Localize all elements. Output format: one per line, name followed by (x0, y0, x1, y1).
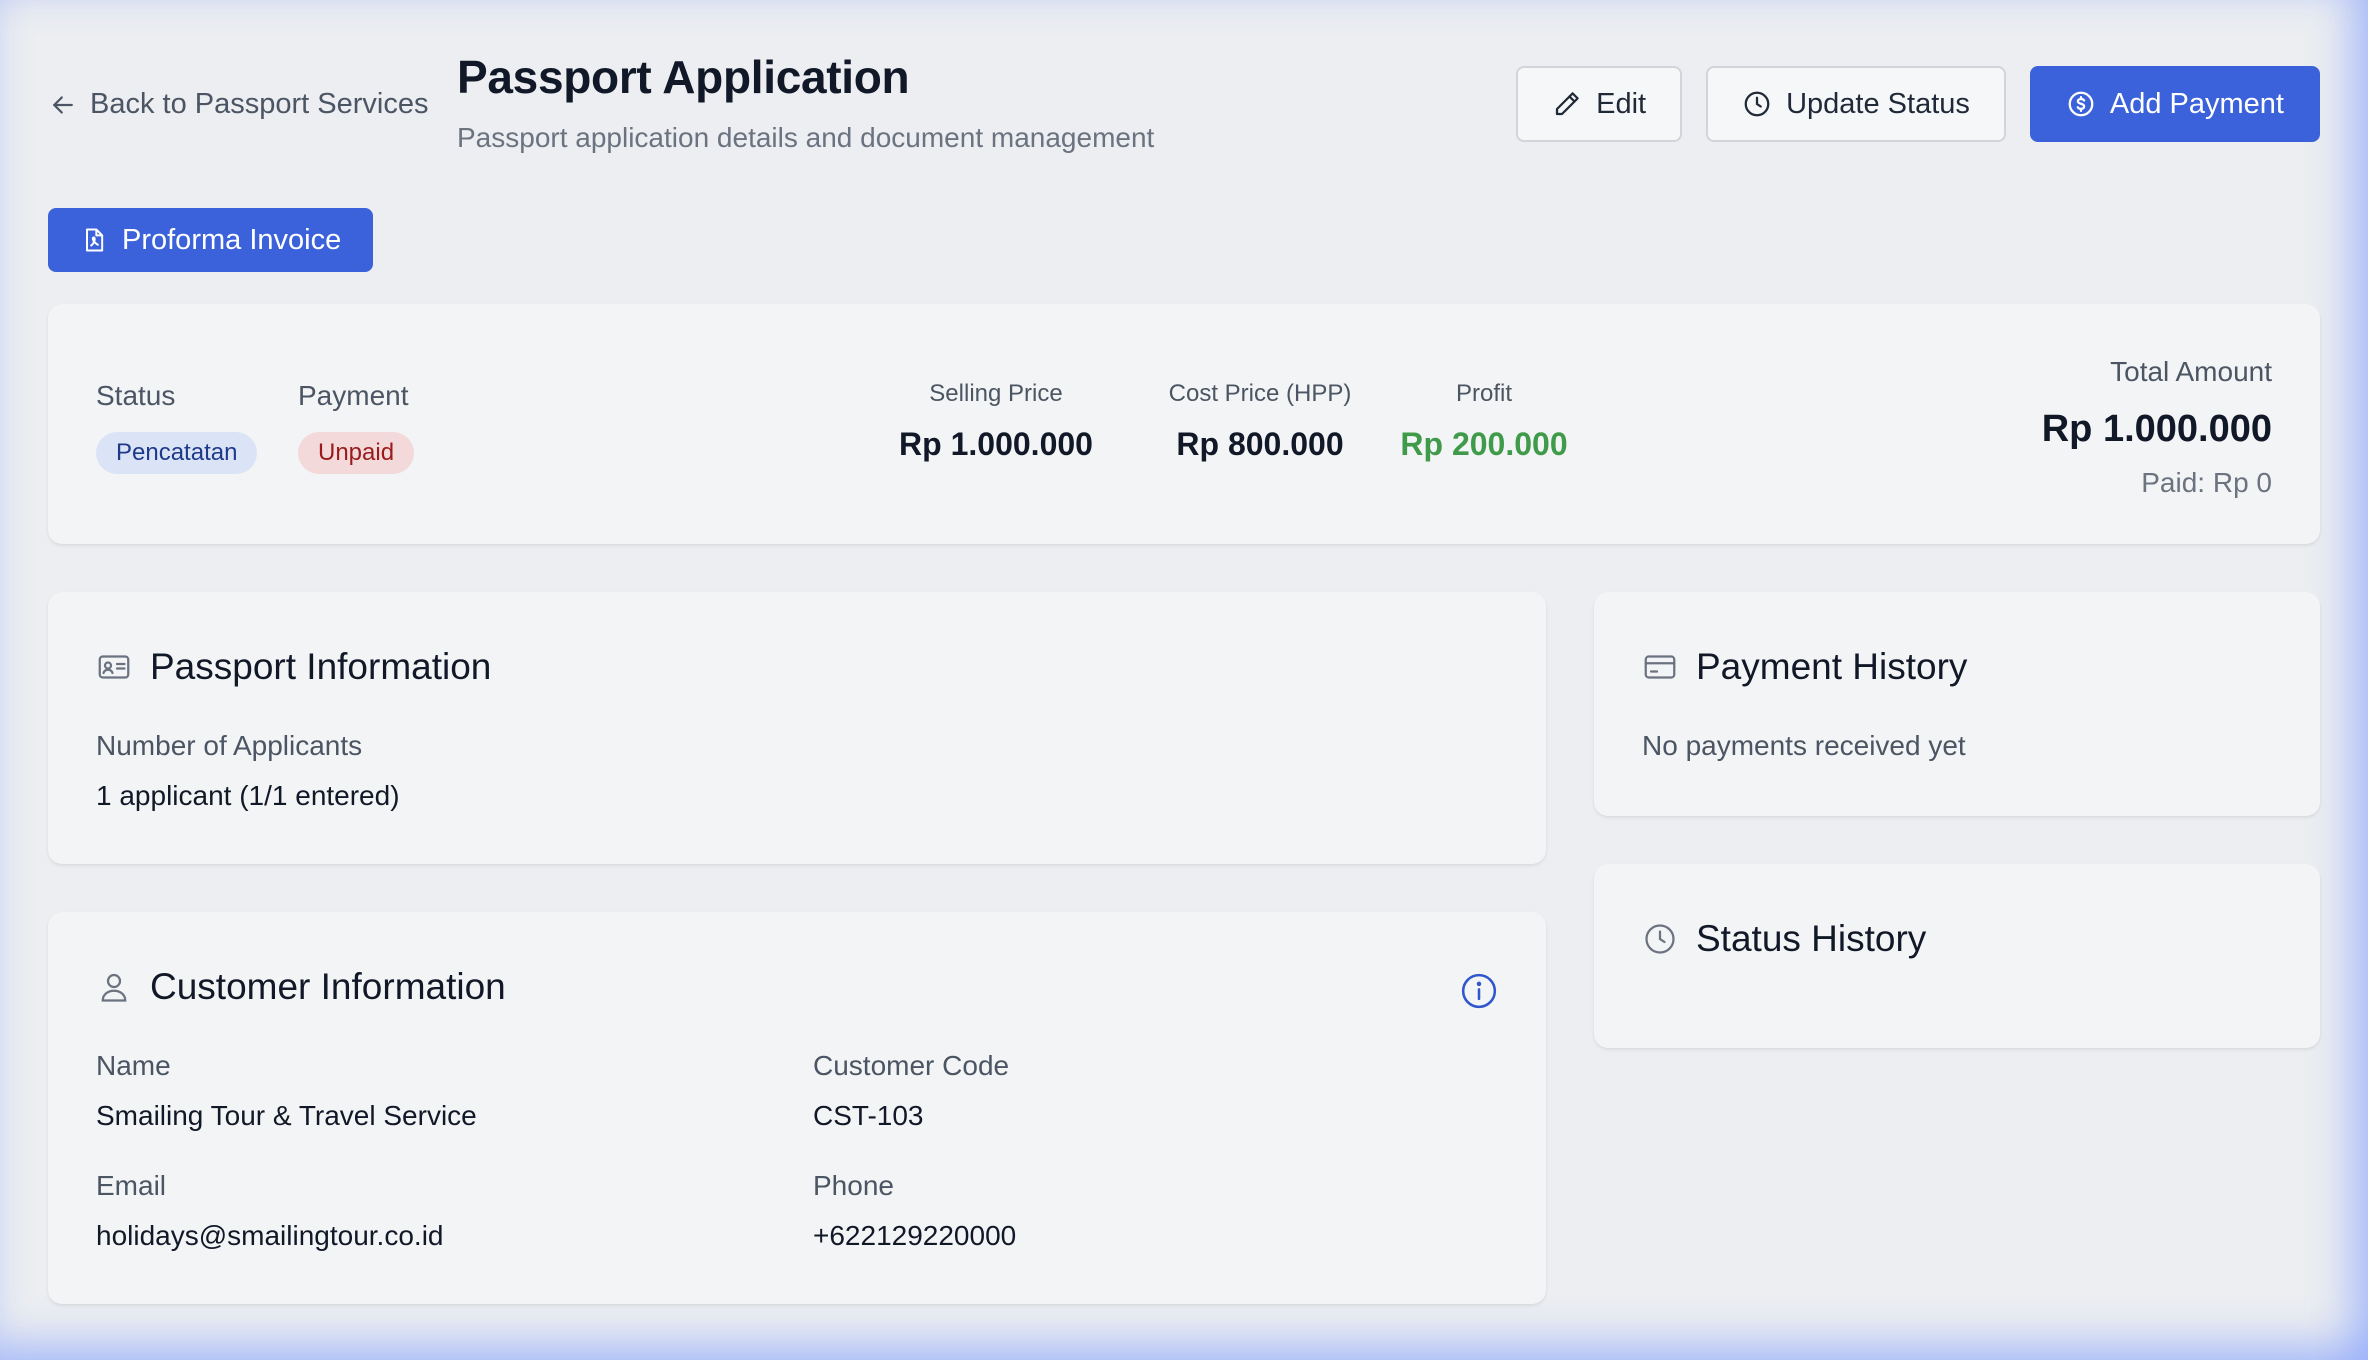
customer-info-header: Customer Information (96, 966, 506, 1008)
customer-phone-field: Phone +622129220000 (813, 1170, 1016, 1252)
payment-group: Payment Unpaid (298, 380, 415, 474)
customer-phone-label: Phone (813, 1170, 894, 1201)
customer-code-label: Customer Code (813, 1050, 1010, 1081)
profit-group: Profit Rp 200.000 (1384, 380, 1584, 463)
applicants-field: Number of Applicants 1 applicant (1/1 en… (96, 730, 400, 812)
update-status-button[interactable]: Update Status (1706, 66, 2006, 142)
title-block: Passport Application Passport applicatio… (457, 50, 1154, 154)
passport-info-card: Passport Information Number of Applicant… (48, 592, 1546, 864)
selling-price-label: Selling Price (929, 380, 1063, 407)
update-status-button-label: Update Status (1786, 87, 1970, 120)
customer-name-value: Smailing Tour & Travel Service (96, 1100, 477, 1131)
status-history-header: Status History (1642, 918, 1926, 960)
customer-info-card: Customer Information Name Smailing Tour … (48, 912, 1546, 1304)
profit-label: Profit (1455, 380, 1512, 407)
customer-code-field: Customer Code CST-103 (813, 1050, 1009, 1132)
selling-price-group: Selling Price Rp 1.000.000 (896, 380, 1096, 463)
file-pdf-icon (86, 228, 104, 252)
header-actions: Edit Update Status Add Payment (1516, 66, 2320, 142)
cost-price-group: Cost Price (HPP) Rp 800.000 (1140, 380, 1380, 463)
customer-info-title: Customer Information (150, 966, 506, 1007)
status-history-card: Status History (1594, 864, 2320, 1048)
summary-card: Status Pencatatan Payment Unpaid Selling… (48, 304, 2320, 544)
cost-price-label: Cost Price (HPP) (1168, 380, 1352, 407)
add-payment-button[interactable]: Add Payment (2029, 66, 2320, 142)
add-payment-button-label: Add Payment (2109, 87, 2284, 120)
status-group: Status Pencatatan (96, 380, 258, 474)
page-header: Back to Passport Services Passport Appli… (48, 50, 2320, 170)
page-subtitle: Passport application details and documen… (457, 122, 1155, 153)
payment-history-empty-text: No payments received yet (1642, 730, 1966, 761)
customer-email-label: Email (96, 1170, 167, 1201)
clock-icon (1744, 91, 1770, 117)
arrow-left-icon (53, 95, 73, 114)
paid-amount-text: Paid: Rp 0 (2141, 467, 2272, 498)
proforma-invoice-label: Proforma Invoice (122, 223, 342, 256)
selling-price-value: Rp 1.000.000 (899, 426, 1093, 462)
payment-history-header: Payment History (1642, 646, 1967, 688)
applicants-value: 1 applicant (1/1 entered) (96, 780, 400, 811)
customer-email-field: Email holidays@smailingtour.co.id (96, 1170, 443, 1252)
customer-name-field: Name Smailing Tour & Travel Service (96, 1050, 477, 1132)
edit-button[interactable]: Edit (1516, 66, 1683, 142)
user-icon (101, 973, 127, 1002)
back-link[interactable]: Back to Passport Services (48, 88, 428, 121)
payment-label: Payment (298, 380, 409, 411)
payment-badge: Unpaid (298, 432, 415, 474)
applicants-label: Number of Applicants (96, 730, 363, 761)
cost-price-value: Rp 800.000 (1176, 426, 1344, 462)
id-card-icon (98, 655, 130, 679)
customer-name-label: Name (96, 1050, 171, 1081)
total-amount-group: Total Amount Rp 1.000.000 Paid: Rp 0 (2042, 356, 2272, 499)
dollar-circle-icon (2068, 91, 2094, 117)
profit-value: Rp 200.000 (1400, 426, 1568, 462)
clock-icon (1645, 924, 1675, 954)
total-amount-value: Rp 1.000.000 (2041, 408, 2272, 450)
status-history-title: Status History (1696, 918, 1927, 959)
status-badge: Pencatatan (96, 432, 258, 474)
payment-history-card: Payment History No payments received yet (1594, 592, 2320, 816)
customer-email-value: holidays@smailingtour.co.id (96, 1220, 444, 1251)
back-link-label: Back to Passport Services (90, 88, 429, 120)
page-title: Passport Application (457, 51, 910, 103)
info-icon[interactable] (1460, 972, 1498, 1010)
edit-button-label: Edit (1596, 87, 1647, 120)
total-amount-label: Total Amount (2110, 356, 2272, 387)
pencil-icon (1555, 92, 1579, 116)
status-label: Status (96, 380, 176, 411)
customer-code-value: CST-103 (813, 1100, 924, 1131)
customer-phone-value: +622129220000 (813, 1220, 1017, 1251)
passport-info-title: Passport Information (150, 646, 492, 687)
payment-history-title: Payment History (1696, 646, 1968, 687)
passport-info-header: Passport Information (96, 646, 491, 688)
proforma-invoice-button[interactable]: Proforma Invoice (48, 208, 374, 272)
credit-card-icon (1644, 655, 1676, 679)
